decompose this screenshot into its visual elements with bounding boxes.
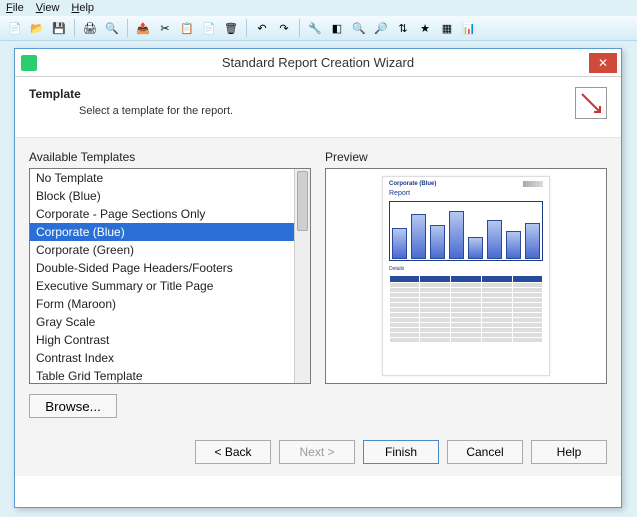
template-item[interactable]: Contrast Index — [30, 349, 294, 367]
new-icon[interactable]: 📄 — [6, 19, 24, 37]
preview-pane: Corporate (Blue) Report Details — [325, 168, 607, 384]
help-button[interactable]: Help — [531, 440, 607, 464]
next-button: Next > — [279, 440, 355, 464]
open-icon[interactable]: 📂 — [28, 19, 46, 37]
separator — [299, 19, 300, 37]
scroll-thumb[interactable] — [297, 171, 308, 231]
template-item[interactable]: Double-Sided Page Headers/Footers — [30, 259, 294, 277]
available-templates-label: Available Templates — [29, 150, 311, 164]
sort-icon[interactable]: ⇅ — [394, 19, 412, 37]
redo-icon[interactable]: ↷ — [275, 19, 293, 37]
grid-icon[interactable]: ▦ — [438, 19, 456, 37]
print-icon[interactable]: 🖨 — [81, 19, 99, 37]
export-icon[interactable]: 📤 — [134, 19, 152, 37]
scrollbar[interactable] — [294, 169, 310, 383]
menu-bar: File View Help — [0, 0, 637, 16]
zoom-icon[interactable]: 🔍 — [350, 19, 368, 37]
template-item[interactable]: High Contrast — [30, 331, 294, 349]
wizard-header: Template Select a template for the repor… — [15, 77, 621, 138]
separator — [246, 19, 247, 37]
page-title: Template — [29, 87, 233, 101]
delete-icon[interactable]: 🗑 — [222, 19, 240, 37]
template-item[interactable]: Table Grid Template — [30, 367, 294, 383]
template-item[interactable]: Block (Blue) — [30, 187, 294, 205]
finish-button[interactable]: Finish — [363, 440, 439, 464]
separator — [127, 19, 128, 37]
toggle-icon[interactable]: ◧ — [328, 19, 346, 37]
find-icon[interactable]: 🔎 — [372, 19, 390, 37]
cancel-button[interactable]: Cancel — [447, 440, 523, 464]
page-subtitle: Select a template for the report. — [79, 105, 233, 117]
cut-icon[interactable]: ✂ — [156, 19, 174, 37]
menu-view[interactable]: View — [36, 2, 60, 14]
preview-template-name: Corporate (Blue) — [389, 181, 436, 187]
menu-file[interactable]: File — [6, 2, 24, 14]
template-item[interactable]: Form (Maroon) — [30, 295, 294, 313]
wizard-body: Available Templates No TemplateBlock (Bl… — [15, 138, 621, 428]
template-item[interactable]: Executive Summary or Title Page — [30, 277, 294, 295]
logo-icon — [523, 181, 543, 187]
chart-icon[interactable]: 📊 — [460, 19, 478, 37]
paste-icon[interactable]: 📄 — [200, 19, 218, 37]
preview-heading: Report — [383, 189, 549, 198]
template-item[interactable]: No Template — [30, 169, 294, 187]
templates-listbox[interactable]: No TemplateBlock (Blue)Corporate - Page … — [29, 168, 311, 384]
wizard-dialog: Standard Report Creation Wizard ✕ Templa… — [14, 48, 622, 508]
copy-icon[interactable]: 📋 — [178, 19, 196, 37]
menu-help[interactable]: Help — [71, 2, 94, 14]
template-item[interactable]: Corporate - Page Sections Only — [30, 205, 294, 223]
button-row: < Back Next > Finish Cancel Help — [15, 428, 621, 476]
preview-section: Details — [383, 264, 549, 274]
preview-label: Preview — [325, 150, 607, 164]
tool-icon[interactable]: 🔧 — [306, 19, 324, 37]
template-item[interactable]: Corporate (Blue) — [30, 223, 294, 241]
preview-icon[interactable]: 🔍 — [103, 19, 121, 37]
browse-button[interactable]: Browse... — [29, 394, 117, 418]
template-item[interactable]: Gray Scale — [30, 313, 294, 331]
dialog-title: Standard Report Creation Wizard — [15, 55, 621, 70]
template-item[interactable]: Corporate (Green) — [30, 241, 294, 259]
separator — [74, 19, 75, 37]
toolbar: 📄 📂 💾 🖨 🔍 📤 ✂ 📋 📄 🗑 ↶ ↷ 🔧 ◧ 🔍 🔎 ⇅ ★ ▦ 📊 — [0, 16, 637, 41]
save-icon[interactable]: 💾 — [50, 19, 68, 37]
preview-page: Corporate (Blue) Report Details — [382, 176, 550, 376]
undo-icon[interactable]: ↶ — [253, 19, 271, 37]
wizard-icon — [575, 87, 607, 119]
preview-chart — [389, 201, 543, 261]
star-icon[interactable]: ★ — [416, 19, 434, 37]
close-button[interactable]: ✕ — [589, 53, 617, 73]
preview-table — [389, 276, 543, 373]
back-button[interactable]: < Back — [195, 440, 271, 464]
title-bar: Standard Report Creation Wizard ✕ — [15, 49, 621, 77]
